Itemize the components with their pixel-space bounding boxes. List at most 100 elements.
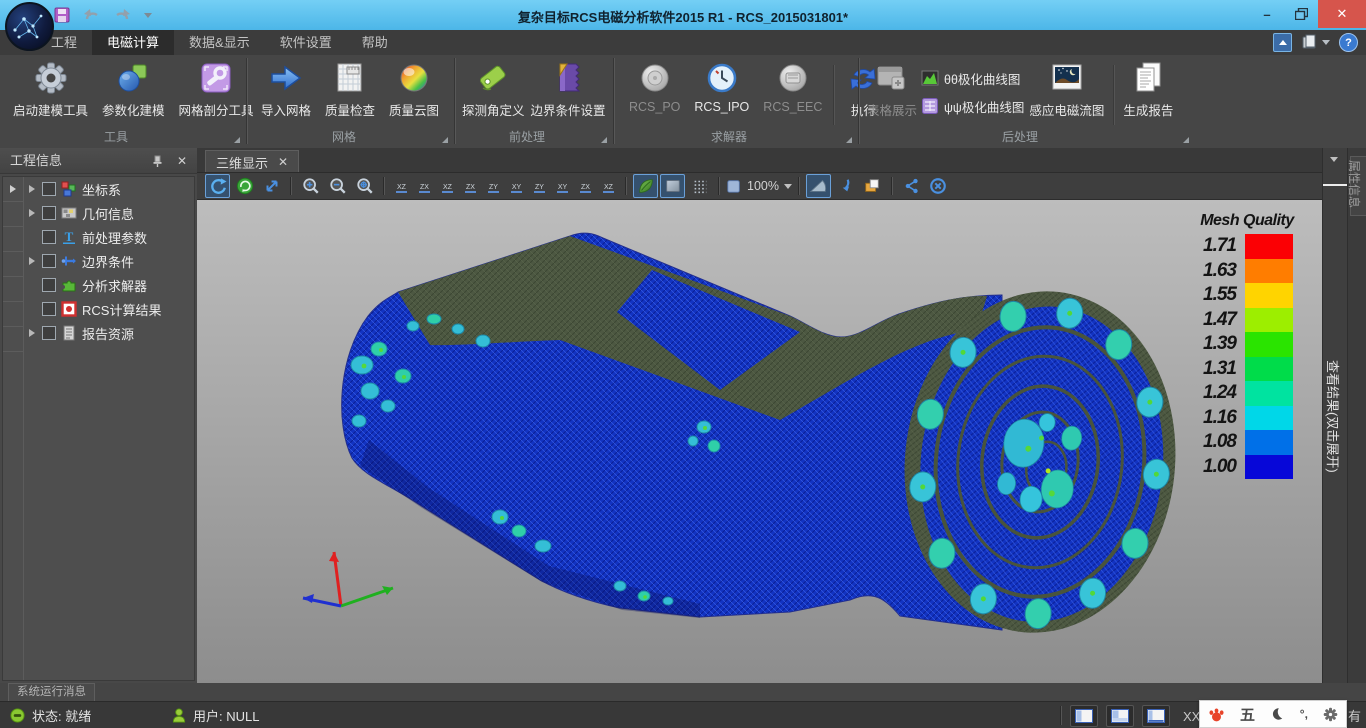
expander-icon[interactable] [29, 329, 35, 337]
status-bar: 状态: 就绪 用户: NULL [0, 701, 1366, 728]
checkbox[interactable] [42, 326, 56, 340]
group-launcher-icon[interactable] [601, 137, 607, 143]
table-show-button[interactable]: 表格展示 [863, 59, 921, 119]
ime-punct-key[interactable]: °, [1300, 707, 1308, 721]
zoom-level-control[interactable]: 100% [726, 178, 792, 194]
tree-item-coordinate-system[interactable]: 坐标系 [24, 177, 194, 201]
svg-text:T: T [65, 229, 74, 244]
solver-rcs-eec-button[interactable]: RCS_EEC [756, 59, 829, 114]
viewport-3d[interactable]: Mesh Quality 1.71 1.63 1.55 1.47 1.39 1.… [197, 200, 1322, 683]
generate-report-button[interactable]: 生成报告 [1119, 59, 1177, 119]
tree-item-boundary-condition[interactable]: 边界条件 [24, 249, 194, 273]
layout-left-bottom-panel-button[interactable] [1106, 705, 1134, 727]
checkbox[interactable] [42, 206, 56, 220]
view-orientation-button-5[interactable]: zy [483, 175, 504, 197]
expander-icon[interactable] [29, 209, 35, 217]
window-copy-button[interactable] [860, 174, 885, 198]
tab-property-info[interactable]: 属性信息 [1346, 160, 1363, 208]
view-orientation-button-10[interactable]: xz [598, 175, 619, 197]
group-launcher-icon[interactable] [442, 137, 448, 143]
checkbox[interactable] [42, 278, 56, 292]
psi-polar-curve-button[interactable]: ψψ极化曲线图 [921, 95, 1024, 117]
checkbox[interactable] [42, 302, 56, 316]
quality-cloud-map-button[interactable]: 质量云图 [382, 59, 446, 119]
menu-tab-em-compute[interactable]: 电磁计算 [92, 30, 174, 55]
solver-eec-icon [776, 61, 810, 95]
project-tree: 坐标系 几何信息 T [2, 176, 195, 681]
probe-angle-button[interactable]: 探测角定义 [459, 59, 528, 119]
group-launcher-icon[interactable] [1183, 137, 1189, 143]
legend-value: 1.63 [1189, 259, 1245, 284]
pin-icon[interactable] [152, 155, 163, 167]
tab-view-results[interactable]: 查看结果(双击展开) [1324, 360, 1343, 473]
import-mesh-button[interactable]: 导入网格 [254, 59, 318, 119]
tree-item-analysis-solver[interactable]: 分析求解器 [24, 273, 194, 297]
ribbon-group-label: 前处理 [457, 128, 597, 145]
psi-curve-icon [921, 97, 939, 115]
view-orientation-button-4[interactable]: zx [460, 175, 481, 197]
boundary-condition-set-button[interactable]: 边界条件设置 [528, 59, 609, 119]
view-orientation-button-8[interactable]: xy [552, 175, 573, 197]
expander-icon[interactable] [29, 185, 35, 193]
tree-item-report-resources[interactable]: 报告资源 [24, 321, 194, 345]
tree-item-geometry-info[interactable]: 几何信息 [24, 201, 194, 225]
solver-rcs-ipo-button[interactable]: RCS_IPO [687, 59, 756, 114]
mesh-tool-icon [199, 61, 233, 95]
restore-button[interactable] [1284, 0, 1318, 28]
layout-left-bar-button[interactable] [1142, 705, 1170, 727]
view-orientation-button-6[interactable]: xy [506, 175, 527, 197]
theta-polar-curve-button[interactable]: θθ极化曲线图 [921, 67, 1024, 89]
rcs-result-icon [61, 301, 77, 317]
app-logo-icon[interactable] [5, 2, 54, 51]
tab-3d-display[interactable]: 三维显示 ✕ [205, 150, 299, 173]
view-orientation-button-9[interactable]: zx [575, 175, 596, 197]
view-orientation-button-7[interactable]: zy [529, 175, 550, 197]
flat-shading-button[interactable] [660, 174, 685, 198]
menu-tab-settings[interactable]: 软件设置 [265, 30, 347, 55]
wireframe-button[interactable] [687, 174, 712, 198]
pan-button[interactable] [259, 174, 284, 198]
solver-rcs-po-button[interactable]: RCS_PO [622, 59, 687, 114]
induction-current-map-button[interactable]: 感应电磁流图 [1024, 59, 1109, 119]
tree-item-preprocess-params[interactable]: T 前处理参数 [24, 225, 194, 249]
share-button[interactable] [899, 174, 924, 198]
group-launcher-icon[interactable] [846, 137, 852, 143]
close-button[interactable]: ✕ [1318, 0, 1366, 28]
parametric-modeling-button[interactable]: 参数化建模 [95, 59, 172, 119]
gutter-arrow-icon[interactable] [10, 185, 16, 193]
ime-mode-key[interactable]: 五 [1240, 704, 1255, 725]
shaded-display-button[interactable] [633, 174, 658, 198]
launch-modeling-tool-button[interactable]: 启动建模工具 [6, 59, 95, 119]
layout-left-panel-button[interactable] [1070, 705, 1098, 727]
quality-check-button[interactable]: 质量检查 [318, 59, 382, 119]
help-button[interactable]: ? [1339, 33, 1358, 52]
menu-tab-help[interactable]: 帮助 [347, 30, 403, 55]
tab-system-messages[interactable]: 系统运行消息 [8, 683, 95, 701]
tree-item-rcs-results[interactable]: RCS计算结果 [24, 297, 194, 321]
view-orientation-button-1[interactable]: xz [391, 175, 412, 197]
checkbox[interactable] [42, 230, 56, 244]
view-orientation-button-2[interactable]: zx [414, 175, 435, 197]
window-style-button[interactable] [1301, 34, 1330, 51]
checkbox[interactable] [42, 254, 56, 268]
collapse-ribbon-button[interactable] [1273, 33, 1292, 52]
tab-close-icon[interactable]: ✕ [278, 155, 288, 169]
ime-toolbar[interactable]: 五 °, [1199, 700, 1347, 728]
tab-list-dropdown[interactable] [1330, 157, 1338, 162]
panel-close-icon[interactable]: ✕ [177, 148, 187, 174]
cancel-button[interactable] [926, 174, 951, 198]
expander-icon[interactable] [29, 257, 35, 265]
checkbox[interactable] [42, 182, 56, 196]
orbit-button[interactable] [232, 174, 257, 198]
zoom-out-button[interactable] [325, 174, 350, 198]
rotate-button[interactable] [205, 174, 230, 198]
sector-view-button[interactable] [806, 174, 831, 198]
arrow-down-button[interactable] [833, 174, 858, 198]
minimize-button[interactable]: – [1250, 0, 1284, 28]
group-launcher-icon[interactable] [234, 137, 240, 143]
view-orientation-button-3[interactable]: xz [437, 175, 458, 197]
induction-map-icon [1050, 61, 1084, 95]
zoom-in-button[interactable] [298, 174, 323, 198]
menu-tab-data-display[interactable]: 数据&显示 [174, 30, 265, 55]
zoom-fit-button[interactable] [352, 174, 377, 198]
